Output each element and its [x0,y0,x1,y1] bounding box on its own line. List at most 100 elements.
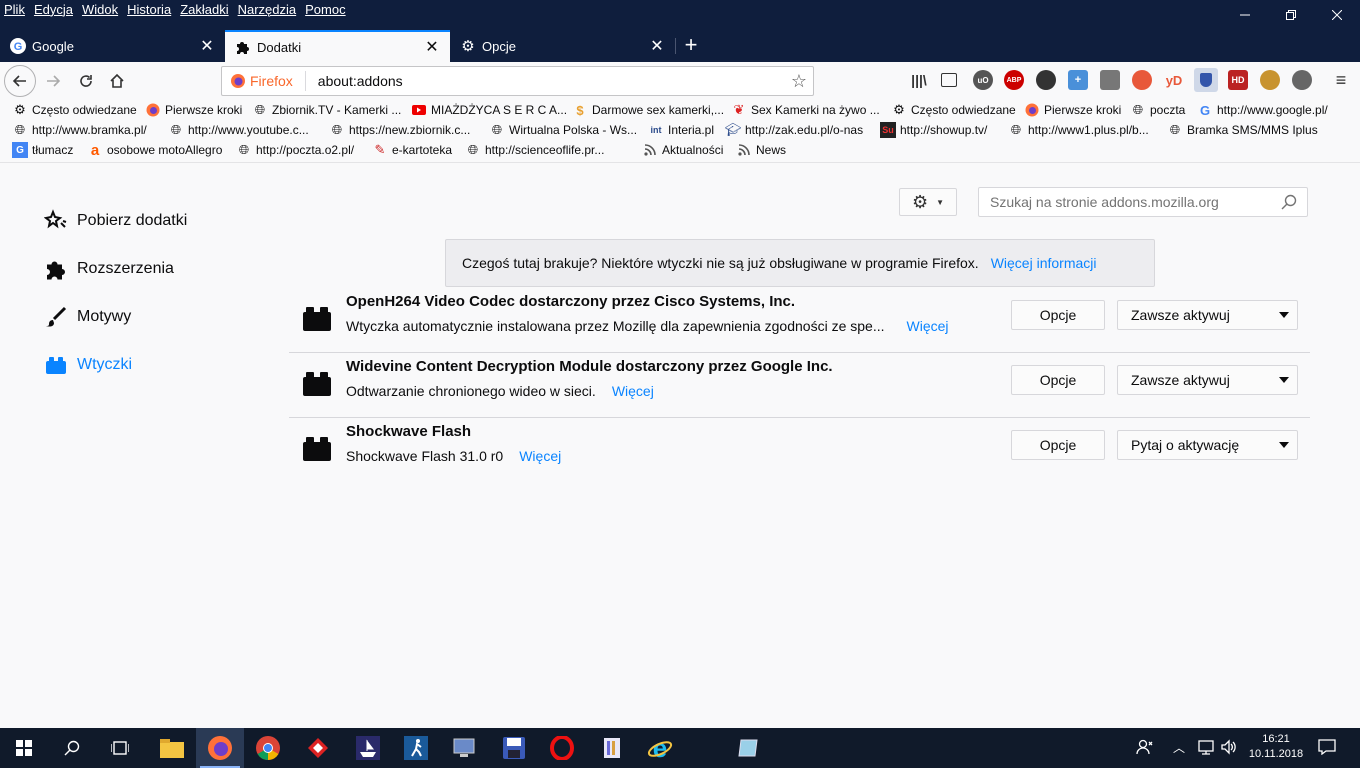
bookmark-item[interactable]: 🌐︎ http://www1.plus.pl/b... [1008,120,1149,140]
tab-google[interactable]: G Google ✕ [0,30,225,62]
url-text[interactable]: about:addons [318,73,403,89]
tab-close-icon[interactable]: ✕ [424,37,440,57]
extension-ghost-icon[interactable] [1036,70,1056,90]
ublock-icon[interactable]: uO [973,70,993,90]
restore-button[interactable] [1268,0,1314,30]
start-button[interactable] [0,728,48,768]
close-window-button[interactable] [1314,0,1360,30]
chevron-up-icon[interactable]: ︿ [1173,739,1185,756]
bookmark-item[interactable]: Pierwsze kroki [1024,100,1121,120]
extension-shield-icon[interactable] [1194,68,1218,92]
bookmark-item[interactable]: ❦ Sex Kamerki na żywo ... [731,100,880,120]
app-runner[interactable] [392,728,440,768]
bookmark-item[interactable]: 🌐︎ Bramka SMS/MMS Iplus [1167,120,1318,140]
more-link[interactable]: Więcej [907,318,949,334]
tab-addons[interactable]: Dodatki ✕ [225,30,450,62]
bookmark-item[interactable]: ⚙ Często odwiedzane [891,100,1016,120]
activation-select[interactable]: Zawsze aktywuj [1117,300,1298,330]
bookmark-item[interactable]: int Interia.pl [648,120,715,140]
category-extensions[interactable]: Rozszerzenia [44,254,174,284]
system-clock[interactable]: 16:21 10.11.2018 [1246,732,1306,762]
hd-icon[interactable]: HD [1228,70,1248,90]
youtube-downloader-icon[interactable]: yD [1164,70,1184,90]
opera-app[interactable] [538,728,586,768]
reload-button[interactable] [71,66,101,96]
bookmark-item[interactable]: MIAŻDŻYCA S E R C A... [411,100,567,120]
home-button[interactable] [102,66,132,96]
bookmark-item[interactable]: 🌐︎ http://scienceoflife.pr... [465,140,605,160]
category-themes[interactable]: Motywy [44,302,131,332]
tools-gear-button[interactable]: ⚙ ▼ [899,188,957,216]
bookmark-item[interactable]: 🌐︎ poczta [1130,100,1186,120]
search-button[interactable] [48,728,96,768]
bookmark-item[interactable]: 🌐︎ https://new.zbiornik.c... [329,120,471,140]
app-document[interactable] [588,728,636,768]
app-ship[interactable] [344,728,392,768]
volume-icon[interactable] [1220,739,1238,758]
bookmark-item[interactable]: News [736,140,786,160]
sidebar-icon[interactable] [941,73,957,87]
bookmark-item[interactable]: 🌐︎ Zbiornik.TV - Kamerki ... [252,100,402,120]
search-input[interactable]: Szukaj na stronie addons.mozilla.org [978,187,1308,217]
adblock-plus-icon[interactable]: ABP [1004,70,1024,90]
menu-historia[interactable]: Historia [127,2,171,17]
network-icon[interactable] [1197,739,1215,758]
hamburger-menu-icon[interactable]: ≡ [1331,70,1351,90]
forward-button[interactable] [38,66,68,96]
activation-select[interactable]: Zawsze aktywuj [1117,365,1298,395]
task-view-button[interactable] [96,728,144,768]
app-red-diamond[interactable] [294,728,342,768]
bookmark-item[interactable]: Pierwsze kroki [145,100,242,120]
bookmark-item[interactable]: 🎓︎ http://zak.edu.pl/o-nas [725,120,863,140]
app-save[interactable] [490,728,538,768]
internet-explorer-app[interactable]: e [636,728,684,768]
more-info-link[interactable]: Więcej informacji [991,255,1097,271]
url-bar[interactable]: Firefox about:addons ☆ [221,66,814,96]
bookmark-item[interactable]: $ Darmowe sex kamerki,... [572,100,724,120]
file-explorer-app[interactable] [148,728,196,768]
notifications-icon[interactable] [1318,739,1336,758]
search-icon[interactable] [1281,194,1297,210]
bookmark-item[interactable]: 🌐︎ http://www.bramka.pl/ [12,120,147,140]
bookmark-item[interactable]: Gtłumacz [12,140,73,160]
tab-options[interactable]: ⚙ Opcje ✕ [450,30,675,62]
firefox-app[interactable] [196,728,244,768]
extension-image-icon[interactable] [1100,70,1120,90]
bookmark-item[interactable]: 🌐︎ Wirtualna Polska - Ws... [489,120,637,140]
bookmark-item[interactable]: 🌐︎ http://poczta.o2.pl/ [236,140,354,160]
bookmark-star-icon[interactable]: ☆ [791,71,807,92]
menu-edycja[interactable]: Edycja [34,2,73,17]
category-get-addons[interactable]: Pobierz dodatki [44,206,187,236]
new-tab-button[interactable]: + [679,30,703,62]
bookmark-item[interactable]: Su http://showup.tv/ [880,120,987,140]
menu-pomoc[interactable]: Pomoc [305,2,345,17]
extension-film-icon[interactable] [1292,70,1312,90]
more-link[interactable]: Więcej [612,383,654,399]
options-button[interactable]: Opcje [1011,430,1105,460]
back-button[interactable] [4,65,36,97]
more-link[interactable]: Więcej [519,448,561,464]
menu-narzedzia[interactable]: Narzędzia [238,2,297,17]
options-button[interactable]: Opcje [1011,300,1105,330]
chrome-app[interactable] [244,728,292,768]
menu-widok[interactable]: Widok [82,2,118,17]
menu-plik[interactable]: Plik [4,2,25,17]
bookmark-item[interactable]: Ghttp://www.google.pl/ [1197,100,1328,120]
bookmark-item[interactable]: ⚙ Często odwiedzane [12,100,137,120]
minimize-button[interactable] [1222,0,1268,30]
tab-close-icon[interactable]: ✕ [649,36,665,56]
options-button[interactable]: Opcje [1011,365,1105,395]
bookmark-item[interactable]: 🌐︎ http://www.youtube.c... [168,120,309,140]
extension-lifebuoy-icon[interactable] [1132,70,1152,90]
menu-zakladki[interactable]: Zakładki [180,2,228,17]
bookmark-item[interactable]: a osobowe motoAllegro [87,140,223,160]
bookmark-item[interactable]: Aktualności [642,140,723,160]
library-icon[interactable]: |||\ [909,70,929,90]
people-icon[interactable] [1136,739,1154,758]
bookmark-item[interactable]: ✎ e-kartoteka [372,140,452,160]
extension-plus-icon[interactable]: + [1068,70,1088,90]
app-monitor[interactable] [440,728,488,768]
category-plugins[interactable]: Wtyczki [44,350,132,380]
activation-select[interactable]: Pytaj o aktywację [1117,430,1298,460]
extension-monkey-icon[interactable] [1260,70,1280,90]
